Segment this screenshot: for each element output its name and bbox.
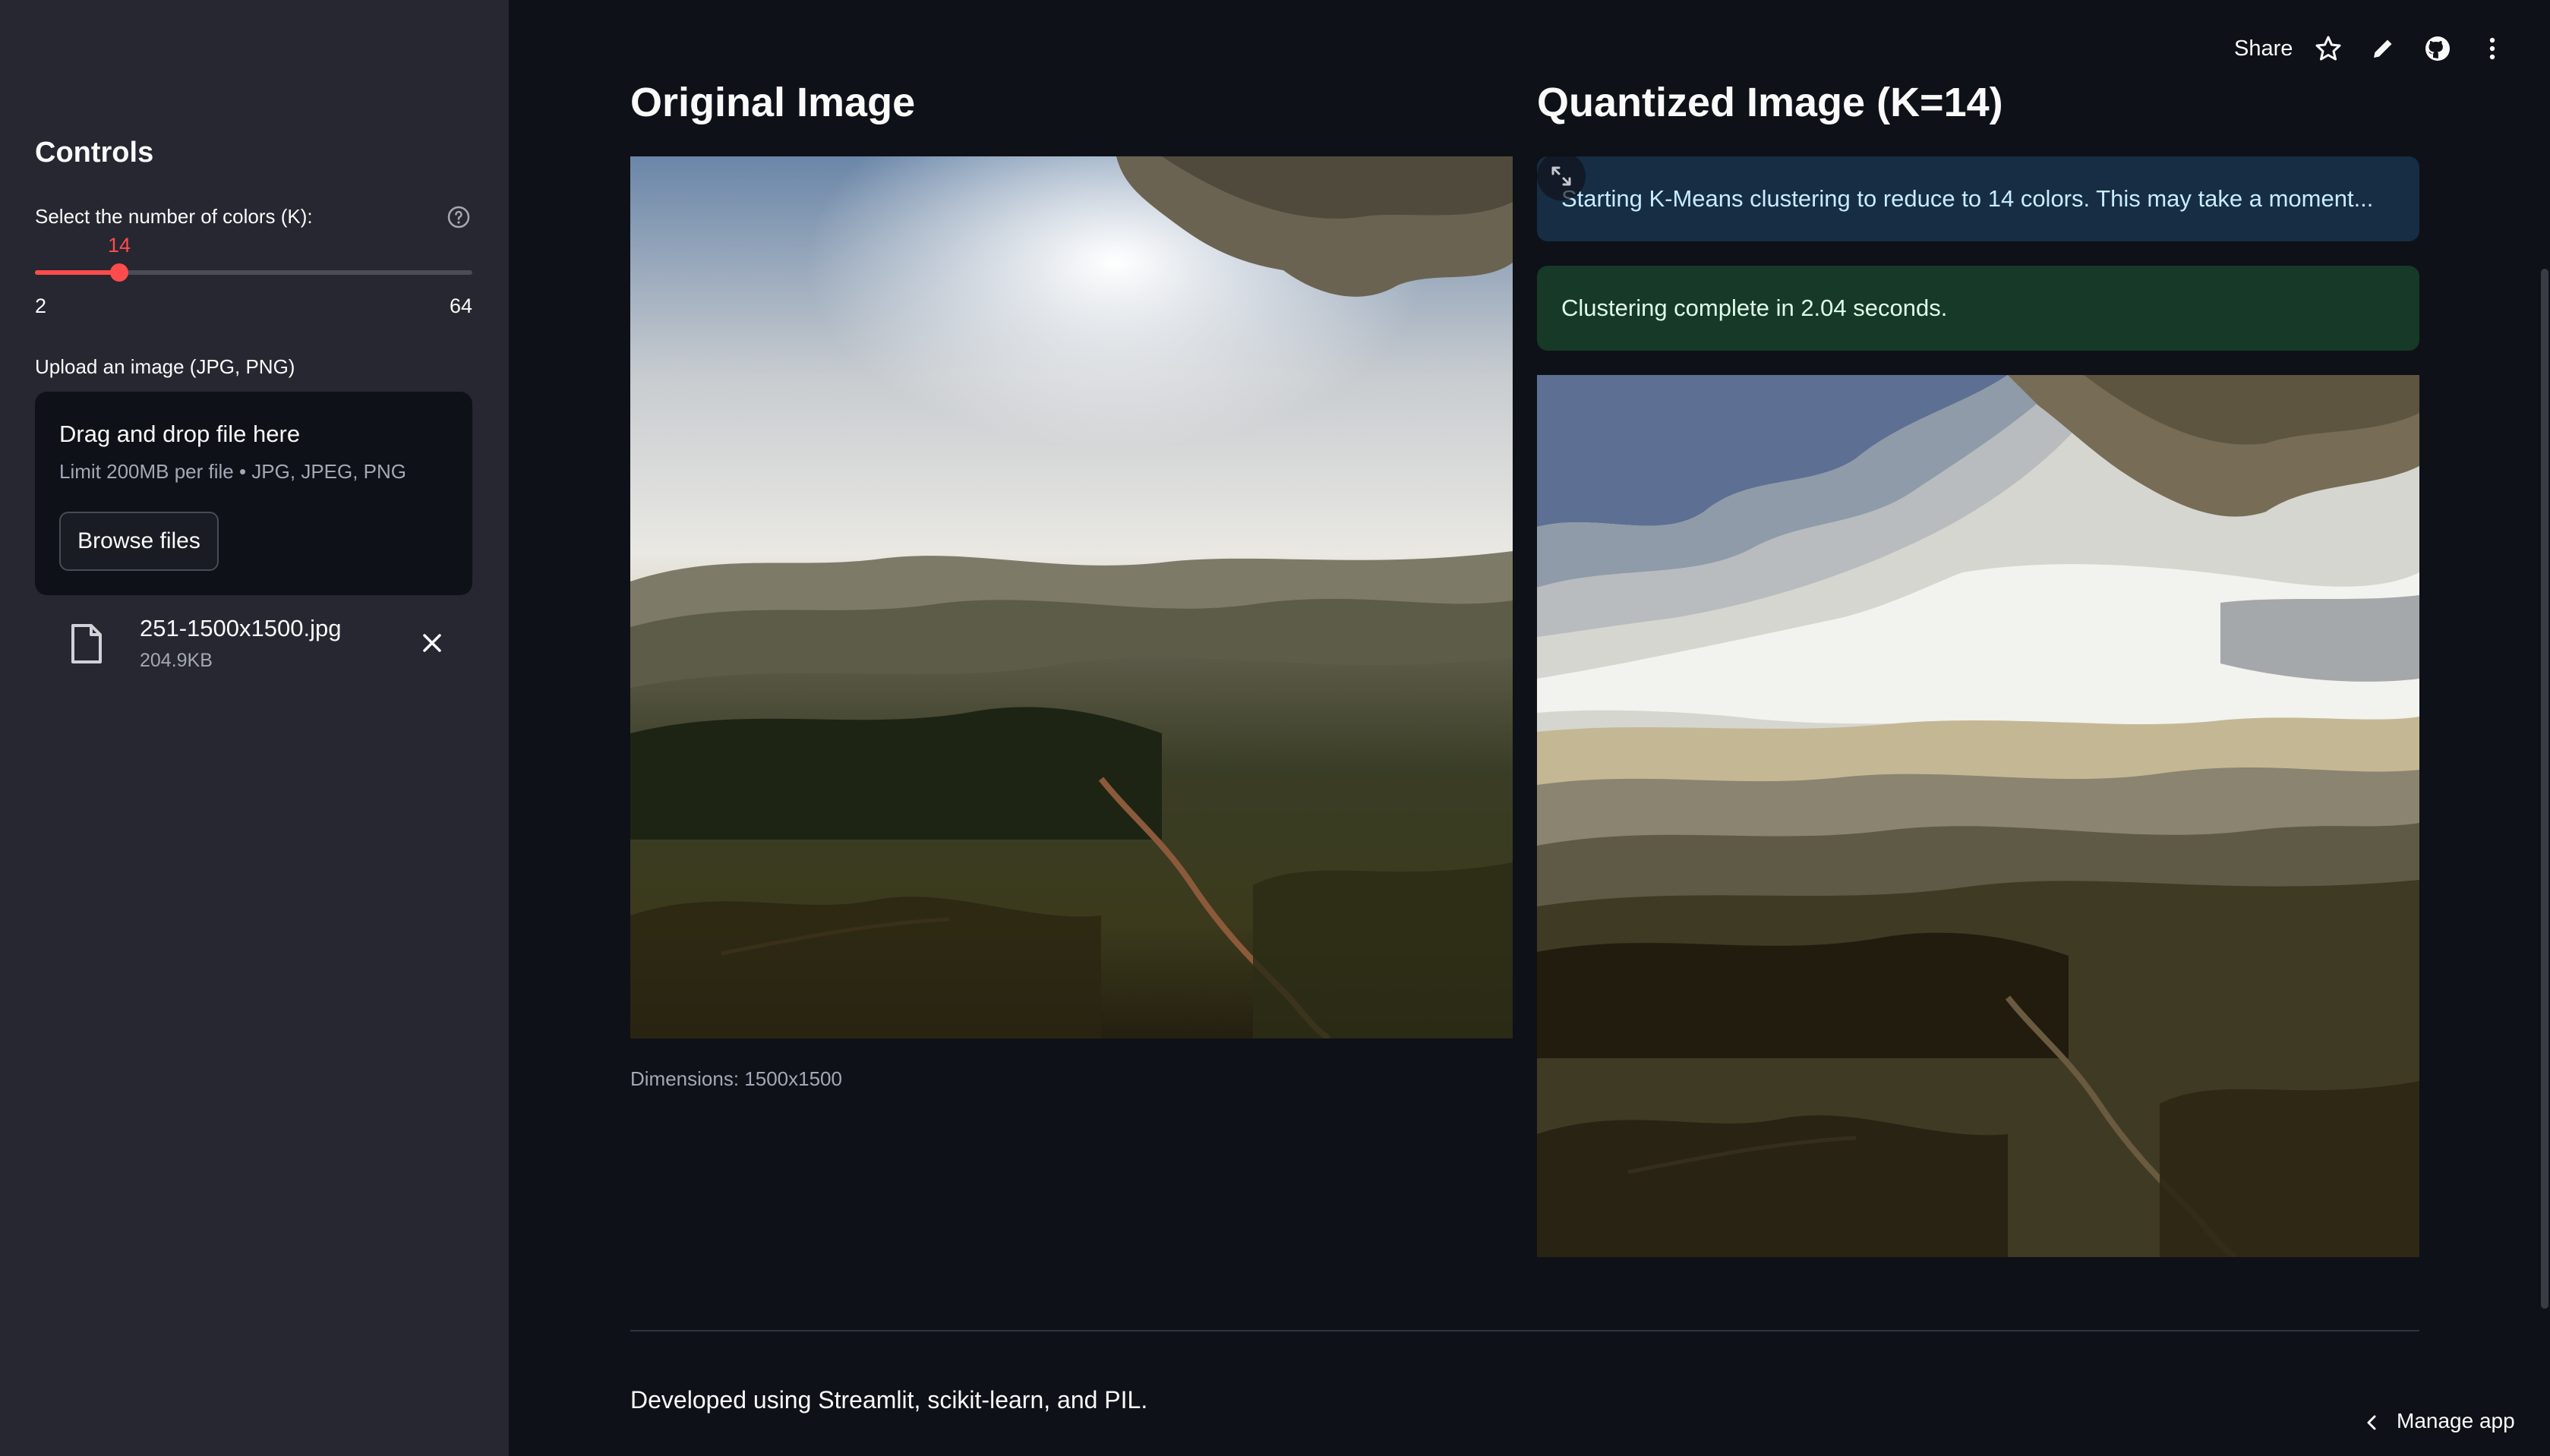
- slider-value: 14: [107, 234, 131, 257]
- original-image: [630, 156, 1513, 1038]
- slider-label: Select the number of colors (K):: [35, 205, 313, 228]
- github-icon[interactable]: [2422, 33, 2453, 64]
- original-image-heading: Original Image: [630, 80, 916, 125]
- share-button[interactable]: Share: [2234, 36, 2293, 61]
- success-alert: Clustering complete in 2.04 seconds.: [1537, 266, 2419, 351]
- scrollbar[interactable]: [2541, 269, 2548, 1309]
- quantized-image-heading: Quantized Image (K=14): [1537, 80, 2003, 125]
- browse-files-button[interactable]: Browse files: [59, 512, 219, 571]
- upload-label: Upload an image (JPG, PNG): [35, 355, 295, 378]
- slider-max: 64: [449, 295, 472, 317]
- slider-fill: [35, 270, 119, 275]
- info-alert: Starting K-Means clustering to reduce to…: [1537, 156, 2419, 241]
- fullscreen-button[interactable]: [1537, 152, 1586, 200]
- file-icon: [71, 624, 102, 663]
- dropzone-limit: Limit 200MB per file • JPG, JPEG, PNG: [59, 460, 407, 483]
- dropzone-title: Drag and drop file here: [59, 421, 301, 447]
- star-icon[interactable]: [2313, 33, 2343, 64]
- divider: [630, 1330, 2419, 1332]
- image-caption: Dimensions: 1500x1500: [630, 1067, 842, 1090]
- chevron-left-icon: [2367, 1415, 2376, 1430]
- close-icon[interactable]: [419, 630, 445, 656]
- footer-text: Developed using Streamlit, scikit-learn,…: [630, 1386, 1148, 1413]
- sidebar: Controls Select the number of colors (K)…: [0, 0, 509, 1456]
- edit-icon[interactable]: [2368, 33, 2398, 64]
- sidebar-title: Controls: [35, 137, 154, 169]
- file-dropzone[interactable]: Drag and drop file here Limit 200MB per …: [35, 392, 472, 595]
- help-icon[interactable]: [447, 205, 471, 229]
- file-size: 204.9KB: [140, 650, 213, 671]
- manage-app-button[interactable]: Manage app: [2397, 1409, 2515, 1433]
- quantized-image: [1537, 375, 2419, 1257]
- k-slider[interactable]: 14 2 64: [35, 228, 472, 319]
- slider-min: 2: [35, 295, 47, 317]
- expand-icon: [1551, 166, 1571, 186]
- slider-thumb[interactable]: [110, 263, 128, 282]
- more-icon[interactable]: [2477, 33, 2507, 64]
- file-name: 251-1500x1500.jpg: [140, 615, 342, 641]
- uploaded-file: 251-1500x1500.jpg 204.9KB: [35, 607, 472, 683]
